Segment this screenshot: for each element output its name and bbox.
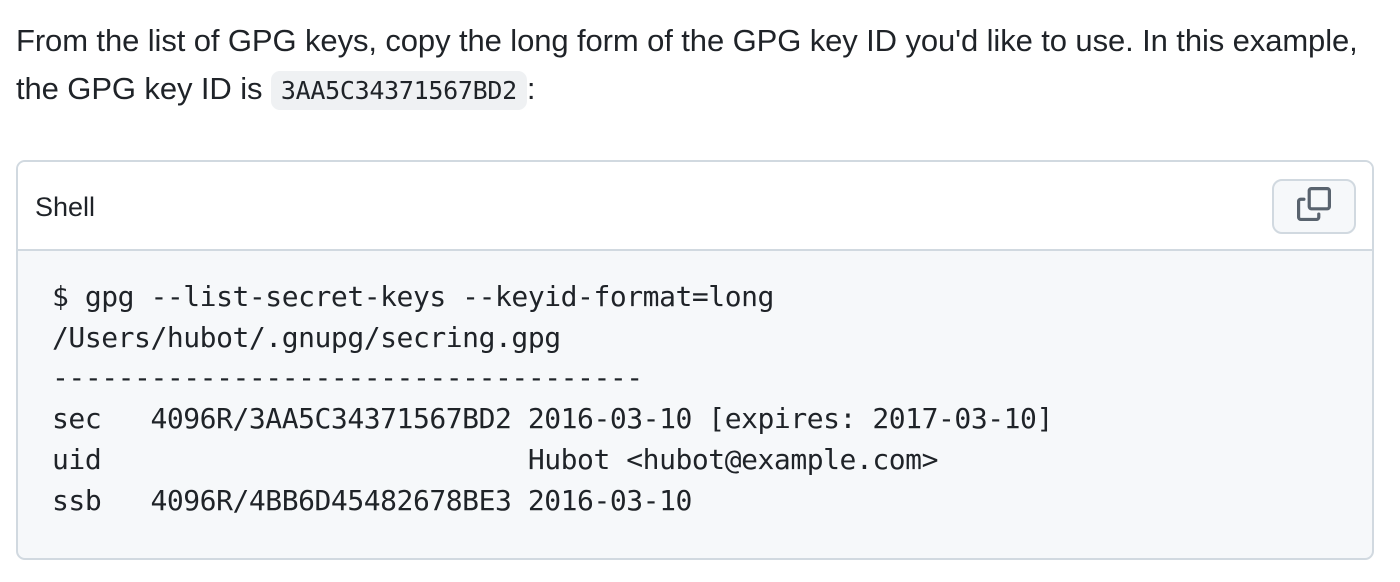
code-body: $ gpg --list-secret-keys --keyid-format=… [18,251,1372,547]
intro-text: From the list of GPG keys, copy the long… [16,23,1358,106]
code-line: ------------------------------------ [52,361,643,395]
code-line: ssb 4096R/4BB6D45482678BE3 2016-03-10 [52,483,692,517]
intro-paragraph: From the list of GPG keys, copy the long… [16,17,1376,115]
code-language-label: Shell [35,192,96,222]
code-block-header: Shell [18,162,1372,251]
code-block: Shell $ gpg --list-secret-keys --keyid-f… [16,160,1374,560]
copy-button[interactable] [1272,179,1356,234]
code-line: sec 4096R/3AA5C34371567BD2 2016-03-10 [e… [52,402,1053,436]
inline-key-id: 3AA5C34371567BD2 [270,71,527,110]
copy-icon [1297,187,1331,226]
code-content: $ gpg --list-secret-keys --keyid-format=… [52,277,1338,521]
code-line: /Users/hubot/.gnupg/secring.gpg [52,320,561,354]
code-line: $ gpg --list-secret-keys --keyid-format=… [52,280,774,313]
code-line: uid Hubot <hubot@example.com> [52,442,939,476]
intro-text-end: : [526,71,536,106]
